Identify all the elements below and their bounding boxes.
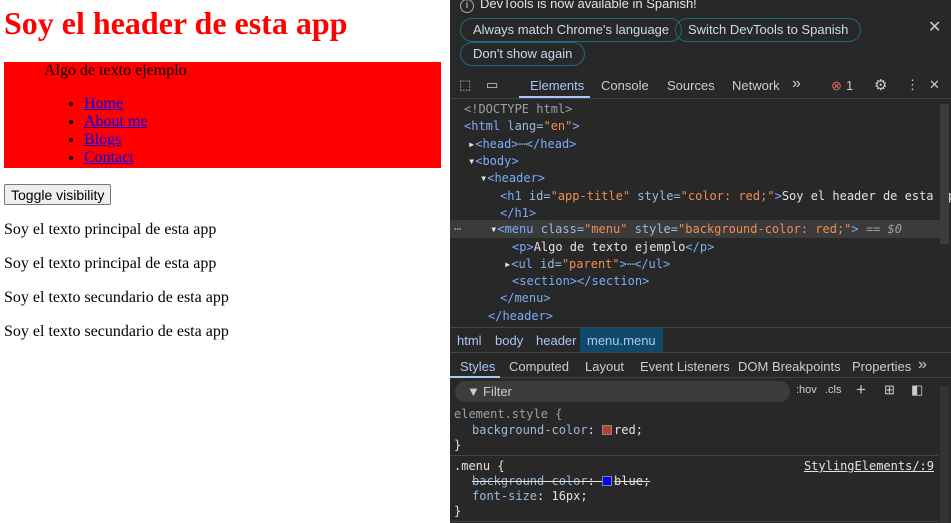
rule-element-style: element.style { background-color: red; } [450,405,938,456]
dom-node-h1[interactable]: <h1 id="app-title" style="color: red;">S… [500,188,951,205]
dom-node-html[interactable]: <html lang="en"> [464,118,580,135]
tab-network[interactable]: Network [732,78,780,93]
breadcrumb-menu[interactable]: menu.menu [580,328,663,352]
rule-declaration[interactable]: background-color: red; [472,422,643,439]
dom-tree: <!DOCTYPE html> <html lang="en"> ▸<head>… [450,99,951,326]
tab-event-listeners[interactable]: Event Listeners [640,359,730,374]
dom-node-doctype[interactable]: <!DOCTYPE html> [464,101,572,118]
device-toolbar-icon[interactable]: ▭ [486,77,498,93]
styles-scrollbar[interactable] [940,386,949,523]
menu: Algo de texto ejemplo Home About me Blog… [4,62,441,168]
rule-close: } [454,438,462,452]
always-match-language-button[interactable]: Always match Chrome's language [460,18,683,42]
filter-icon: ▼ [467,384,480,399]
link-contact[interactable]: Contact [84,149,134,166]
devtools-panel: i DevTools is now available in Spanish! A… [450,0,951,523]
infobar-text: DevTools is now available in Spanish! [480,0,697,11]
link-blogs[interactable]: Blogs [84,131,121,148]
toggle-visibility-button[interactable]: Toggle visibility [4,184,112,205]
page-viewport: Soy el header de esta app Algo de texto … [0,0,450,523]
styles-filter-input[interactable]: ▼ Filter [455,381,790,402]
dom-node-header-close[interactable]: </header> [488,308,553,325]
paragraph: Soy el texto principal de esta app [4,255,217,272]
paragraph: Soy el texto secundario de esta app [4,323,229,340]
color-swatch-red[interactable] [602,425,613,435]
tab-properties[interactable]: Properties [852,359,911,374]
rule-menu: .menu { StylingElements/:9 background-co… [450,456,938,522]
tab-dom-breakpoints[interactable]: DOM Breakpoints [738,359,841,374]
info-icon: i [460,0,474,13]
rule-selector: element.style { [454,407,563,421]
filter-placeholder: Filter [483,384,512,399]
paragraph: Soy el texto secundario de esta app [4,289,229,306]
close-infobar-icon[interactable]: ✕ [928,17,941,37]
new-rule-plus-icon[interactable]: + [856,380,866,400]
error-icon[interactable]: ⊗ [831,78,842,94]
close-devtools-icon[interactable]: ✕ [929,77,940,93]
breadcrumb: html body header menu.menu [450,327,951,352]
active-tab-indicator [450,376,500,378]
tab-sources[interactable]: Sources [667,78,715,93]
dom-node-menu[interactable]: ⋯ ▾<menu class="menu" style="background-… [454,221,902,238]
nav-list: Home About me Blogs Contact [84,95,148,167]
active-tab-indicator [519,96,590,98]
color-swatch-blue[interactable] [602,476,613,486]
color-format-icon[interactable]: ⊞ [884,382,895,398]
rule-source-link[interactable]: StylingElements/:9 [804,458,934,475]
more-tabs-icon[interactable]: » [792,75,801,93]
breadcrumb-html[interactable]: html [457,333,482,348]
dom-node-body[interactable]: ▾<body> [468,153,519,170]
error-count[interactable]: 1 [846,78,853,93]
dom-tree-scrollbar[interactable] [940,104,949,244]
settings-gear-icon[interactable]: ⚙ [874,76,887,94]
devtools-toolbar: ⬚ ▭ Elements Console Sources Network » ⊗… [450,72,951,99]
inspect-element-icon[interactable]: ⬚ [459,77,471,93]
rule-declaration[interactable]: font-size: 16px; [472,488,588,505]
breadcrumb-header[interactable]: header [536,333,576,348]
infobar-message: i DevTools is now available in Spanish! [460,0,697,13]
menu-text: Algo de texto ejemplo [44,62,187,79]
link-about[interactable]: About me [84,113,148,130]
dom-node-ul[interactable]: ▸<ul id="parent">⋯</ul> [504,256,670,273]
dom-node-section[interactable]: <section></section> [512,273,649,290]
dom-node-head[interactable]: ▸<head>⋯</head> [468,136,576,153]
styles-tabbar: Styles Computed Layout Event Listeners D… [450,352,951,378]
tab-styles[interactable]: Styles [460,359,495,374]
more-options-icon[interactable]: ⋮ [906,77,919,93]
dom-node-h1-close[interactable]: </h1> [500,205,536,222]
dont-show-again-button[interactable]: Don't show again [460,42,586,66]
toggle-sidebar-icon[interactable]: ◧ [911,382,923,398]
breadcrumb-body[interactable]: body [495,333,523,348]
tab-console[interactable]: Console [601,78,649,93]
dom-node-p[interactable]: <p>Algo de texto ejemplo</p> [512,239,714,256]
more-tabs-icon[interactable]: » [918,356,927,374]
switch-to-spanish-button[interactable]: Switch DevTools to Spanish [675,18,862,42]
language-infobar: i DevTools is now available in Spanish! A… [450,0,951,72]
cls-toggle[interactable]: .cls [825,384,842,396]
tab-elements[interactable]: Elements [530,78,584,93]
paragraph: Soy el texto principal de esta app [4,221,217,238]
link-home[interactable]: Home [84,95,123,112]
app-title: Soy el header de esta app [4,5,348,41]
tab-computed[interactable]: Computed [509,359,569,374]
hov-toggle[interactable]: :hov [796,384,817,396]
dom-node-header[interactable]: ▾<header> [480,170,545,187]
dom-node-menu-close[interactable]: </menu> [500,290,551,307]
tab-layout[interactable]: Layout [585,359,624,374]
rule-close: } [454,504,462,518]
